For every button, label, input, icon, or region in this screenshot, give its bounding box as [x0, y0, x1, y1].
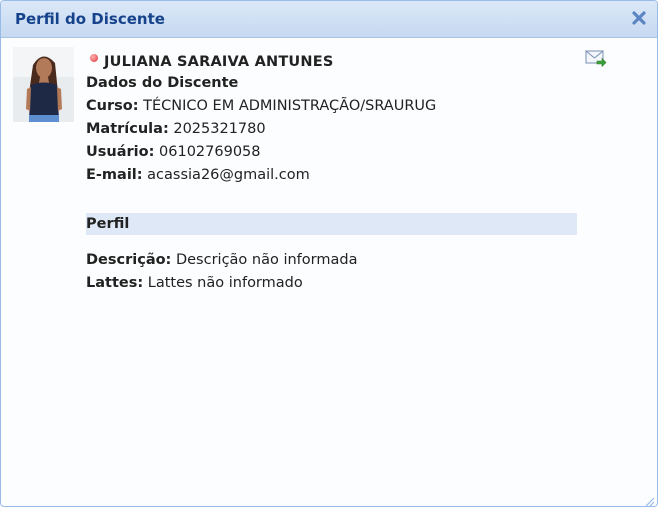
usuario-label: Usuário:: [86, 144, 155, 160]
perfil-section-header: Perfil: [86, 213, 577, 235]
matricula-row: Matrícula: 2025321780: [86, 118, 436, 141]
descricao-row: Descrição: Descrição não informada: [86, 249, 357, 272]
email-value: acassia26@gmail.com: [147, 167, 310, 183]
window-titlebar[interactable]: Perfil do Discente: [1, 1, 657, 38]
student-info: JULIANA SARAIVA ANTUNES Dados do Discent…: [86, 51, 436, 187]
close-icon[interactable]: [630, 9, 648, 27]
email-label: E-mail:: [86, 167, 143, 183]
perfil-details: Descrição: Descrição não informada Latte…: [86, 249, 357, 295]
lattes-value: Lattes não informado: [147, 275, 303, 291]
matricula-value: 2025321780: [173, 121, 266, 137]
curso-row: Curso: TÉCNICO EM ADMINISTRAÇÃO/SRAURUG: [86, 95, 436, 118]
curso-label: Curso:: [86, 98, 139, 114]
lattes-label: Lattes:: [86, 275, 144, 291]
profile-window: Perfil do Discente JULIANA SARAIVA ANTUN…: [0, 0, 658, 507]
descricao-label: Descrição:: [86, 252, 172, 268]
status-indicator-icon: [90, 53, 98, 62]
student-photo: [13, 47, 74, 122]
send-message-icon[interactable]: [585, 49, 607, 68]
student-name: JULIANA SARAIVA ANTUNES: [104, 53, 334, 70]
usuario-value: 06102769058: [159, 144, 261, 160]
matricula-label: Matrícula:: [86, 121, 169, 137]
email-row: E-mail: acassia26@gmail.com: [86, 164, 436, 187]
student-name-row: JULIANA SARAIVA ANTUNES: [86, 51, 436, 72]
student-section-title: Dados do Discente: [86, 75, 239, 91]
resize-handle-icon[interactable]: [643, 492, 655, 506]
window-title: Perfil do Discente: [15, 10, 165, 28]
descricao-value: Descrição não informada: [175, 252, 358, 268]
usuario-row: Usuário: 06102769058: [86, 141, 436, 164]
curso-value: TÉCNICO EM ADMINISTRAÇÃO/SRAURUG: [143, 98, 437, 114]
lattes-row: Lattes: Lattes não informado: [86, 272, 357, 295]
